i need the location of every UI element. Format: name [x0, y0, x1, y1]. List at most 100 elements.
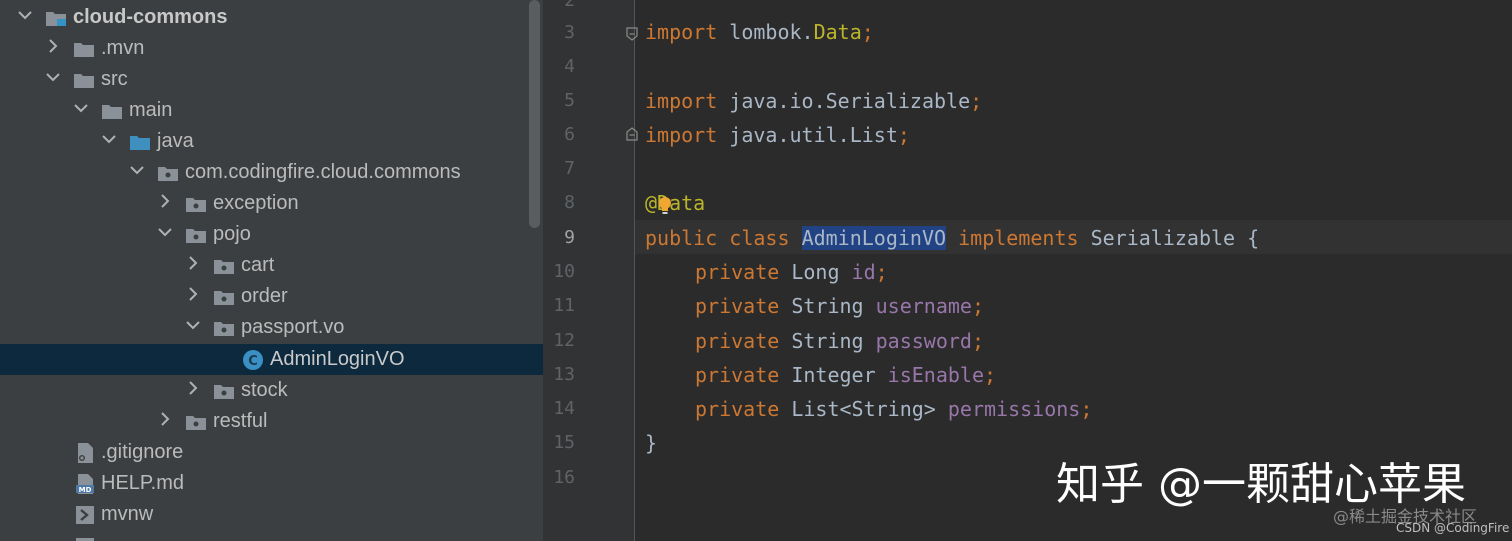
tree-item-mvnw[interactable]: mvnw [0, 499, 528, 530]
tree-item-label: exception [213, 192, 299, 214]
tree-item-package-root[interactable]: com.codingfire.cloud.commons [0, 157, 528, 188]
line-number: 8 [564, 192, 575, 213]
folder-icon [73, 71, 95, 89]
tree-item-order[interactable]: order [0, 281, 528, 312]
line-number: 12 [553, 330, 575, 351]
package-icon [185, 195, 207, 213]
code-line-15[interactable]: } [645, 430, 657, 456]
java-class-icon: C [242, 349, 264, 370]
gitignore-file-icon [75, 442, 97, 463]
tree-item-label: com.codingfire.cloud.commons [185, 161, 461, 183]
package-icon [213, 257, 235, 275]
chevron-down-icon[interactable] [46, 70, 60, 84]
keyword-token: import [645, 123, 718, 147]
tree-item-gitignore[interactable]: .gitignore [0, 437, 528, 468]
project-tree-panel: cloud-commons .mvn src main java com.cod… [0, 0, 543, 541]
code-line-6[interactable]: import java.util.List; [645, 122, 910, 148]
chevron-down-icon[interactable] [186, 318, 200, 332]
chevron-down-icon[interactable] [130, 163, 144, 177]
chevron-right-icon[interactable] [158, 412, 172, 426]
field-token: id [851, 260, 876, 284]
code-token: java.io.Serializable [717, 89, 971, 113]
field-token: isEnable [887, 363, 984, 387]
tree-item-java[interactable]: java [0, 126, 528, 157]
line-number: 15 [553, 432, 575, 453]
line-number-current: 9 [564, 227, 575, 248]
punctuation-token: ; [875, 260, 888, 284]
intention-bulb-icon[interactable] [658, 197, 672, 215]
tree-item-mvn[interactable]: .mvn [0, 33, 528, 64]
tree-scrollbar[interactable] [529, 0, 540, 228]
code-line-13[interactable]: private Integer isEnable; [695, 362, 996, 388]
code-line-3[interactable]: import lombok.Data; [645, 19, 874, 45]
tree-item-label: stock [241, 379, 288, 401]
code-line-12[interactable]: private String password; [695, 328, 984, 354]
tree-item-cart[interactable]: cart [0, 250, 528, 281]
package-icon [213, 382, 235, 400]
tree-item-label: src [101, 68, 128, 90]
code-line-11[interactable]: private String username; [695, 293, 984, 319]
code-token: } [645, 431, 658, 455]
type-token: String [779, 294, 876, 318]
tree-item-src[interactable]: src [0, 64, 528, 95]
keyword-token: public [645, 226, 718, 250]
line-number: 11 [553, 295, 575, 316]
chevron-right-icon[interactable] [46, 39, 60, 53]
chevron-down-icon[interactable] [158, 225, 172, 239]
tree-item-label: AdminLoginVO [270, 348, 405, 370]
tree-item-pojo[interactable]: pojo [0, 219, 528, 250]
type-token: Integer [779, 363, 888, 387]
tree-item-stock[interactable]: stock [0, 375, 528, 406]
code-line-8[interactable]: @Data [645, 190, 705, 216]
punctuation-token: ; [971, 294, 984, 318]
package-icon [185, 226, 207, 244]
code-token: Serializable { [1078, 226, 1260, 250]
chevron-down-icon[interactable] [18, 8, 32, 22]
line-number: 4 [564, 56, 575, 77]
line-number: 7 [564, 158, 575, 179]
field-token: username [875, 294, 972, 318]
chevron-down-icon[interactable] [102, 132, 116, 146]
tree-item-label: .mvn [101, 37, 145, 59]
tree-item-main[interactable]: main [0, 95, 528, 126]
tree-item-restful[interactable]: restful [0, 406, 528, 437]
fold-marker-icon[interactable] [626, 126, 638, 141]
line-number: 6 [564, 124, 575, 145]
line-number: 5 [564, 90, 575, 111]
type-token: List<String> [779, 397, 948, 421]
code-token: lombok. [717, 20, 814, 44]
code-line-14[interactable]: private List<String> permissions; [695, 396, 1092, 422]
keyword-token: private [695, 260, 780, 284]
tree-item-label: mvnw [101, 503, 154, 525]
tree-item-label: restful [213, 410, 268, 432]
line-number: 14 [553, 398, 575, 419]
fold-marker-icon[interactable] [626, 26, 638, 41]
tree-item-cloud-commons[interactable]: cloud-commons [0, 2, 528, 33]
chevron-right-icon[interactable] [158, 194, 172, 208]
tree-item-exception[interactable]: exception [0, 188, 528, 219]
class-name-token: AdminLoginVO [801, 226, 947, 250]
type-token: String [779, 329, 876, 353]
code-line-10[interactable]: private Long id; [695, 259, 888, 285]
tree-item-passport-vo[interactable]: passport.vo [0, 312, 528, 343]
tree-item-partial [0, 530, 528, 541]
code-token: java.util.List [717, 123, 898, 147]
keyword-token: private [695, 294, 780, 318]
code-line-5[interactable]: import java.io.Serializable; [645, 88, 982, 114]
keyword-token: class [729, 226, 790, 250]
field-token: password [875, 329, 972, 353]
line-number: 3 [564, 22, 575, 43]
line-number: 13 [553, 364, 575, 385]
source-root-folder-icon [129, 133, 151, 151]
annotation-token: Data [813, 20, 862, 44]
annotation-token: @Data [645, 191, 706, 215]
package-icon [157, 164, 179, 182]
chevron-down-icon[interactable] [74, 101, 88, 115]
chevron-right-icon[interactable] [186, 381, 200, 395]
chevron-right-icon[interactable] [186, 256, 200, 270]
chevron-right-icon[interactable] [186, 287, 200, 301]
tree-item-adminloginvo[interactable]: C AdminLoginVO [0, 344, 543, 375]
code-line-9[interactable]: public class AdminLoginVO implements Ser… [645, 225, 1259, 251]
tree-item-label: order [241, 285, 288, 307]
tree-item-help-md[interactable]: MD HELP.md [0, 468, 528, 499]
